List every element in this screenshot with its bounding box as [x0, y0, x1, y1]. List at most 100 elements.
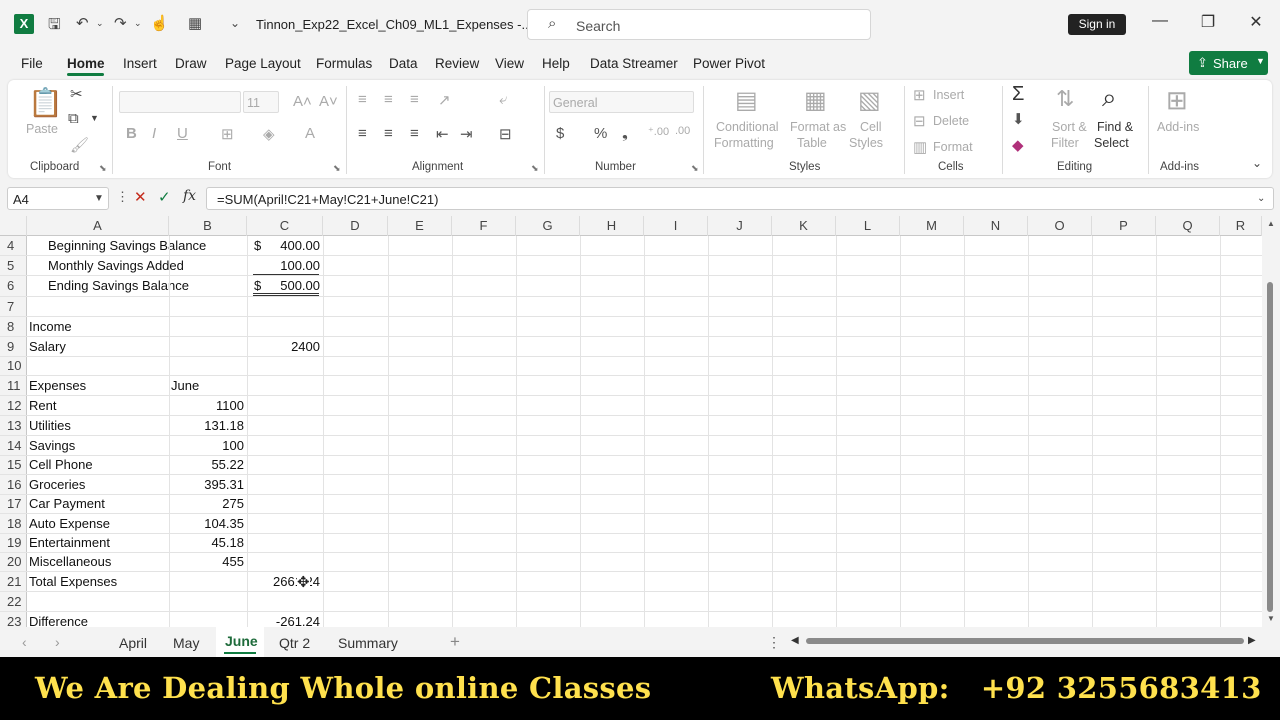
column-header-a[interactable]: A: [27, 216, 169, 236]
cell-a[interactable]: Cell Phone: [29, 456, 93, 474]
row-header[interactable]: 19: [0, 534, 27, 552]
sort-filter-icon[interactable]: ⇅: [1056, 86, 1074, 112]
column-header-e[interactable]: E: [388, 216, 452, 236]
column-header-p[interactable]: P: [1092, 216, 1156, 236]
wrap-text-icon[interactable]: ⤶: [499, 91, 507, 108]
scroll-right-icon[interactable]: ▶: [1248, 635, 1256, 646]
dialog-launcher-icon[interactable]: ⬊: [333, 163, 341, 174]
cell-b[interactable]: 100: [169, 436, 244, 455]
cell-a[interactable]: Utilities: [29, 416, 71, 435]
tab-view[interactable]: View: [495, 56, 524, 71]
cell-styles-label-2[interactable]: Styles: [849, 135, 883, 151]
format-as-table-icon[interactable]: ▦: [804, 86, 827, 115]
next-sheet-icon[interactable]: ›: [55, 634, 60, 650]
sheet-tab-summary[interactable]: Summary: [338, 635, 398, 651]
cell-b[interactable]: 395.31: [169, 475, 244, 494]
dialog-launcher-icon[interactable]: ⬊: [691, 163, 699, 174]
cell-a[interactable]: Savings: [29, 436, 75, 455]
column-header-k[interactable]: K: [772, 216, 836, 236]
align-left-icon[interactable]: ≡: [358, 125, 367, 142]
vertical-scrollbar[interactable]: ▲ ▼: [1262, 216, 1280, 627]
find-label-2[interactable]: Select: [1094, 135, 1129, 151]
cell-a[interactable]: Income: [29, 317, 72, 336]
tab-page-layout[interactable]: Page Layout: [225, 56, 301, 71]
borders-icon[interactable]: ⊞: [221, 125, 234, 143]
tab-draw[interactable]: Draw: [175, 56, 207, 71]
delete-cells-icon[interactable]: ⊟: [913, 112, 926, 130]
row-header[interactable]: 17: [0, 495, 27, 513]
row-header[interactable]: 12: [0, 396, 27, 415]
undo-dropdown-icon[interactable]: ⌄: [96, 18, 104, 29]
cell-b[interactable]: 275: [169, 495, 244, 513]
cell-a[interactable]: Entertainment: [29, 534, 110, 552]
fill-color-icon[interactable]: ◈: [263, 125, 275, 143]
row-header[interactable]: 15: [0, 456, 27, 474]
cell-a[interactable]: Car Payment: [29, 495, 105, 513]
cell-b[interactable]: 45.18: [169, 534, 244, 552]
column-header-m[interactable]: M: [900, 216, 964, 236]
italic-icon[interactable]: I: [152, 125, 156, 142]
more-options-icon[interactable]: ⋮: [116, 189, 129, 205]
search-box[interactable]: ⌕ Search: [527, 9, 871, 40]
cell-a[interactable]: Ending Savings Balance: [48, 276, 189, 296]
sheet-tab-may[interactable]: May: [173, 635, 199, 651]
tab-file[interactable]: File: [21, 56, 43, 71]
insert-cells-label[interactable]: Insert: [933, 87, 964, 103]
sort-label-1[interactable]: Sort &: [1052, 119, 1087, 135]
paste-label[interactable]: Paste: [26, 121, 58, 137]
format-cells-label[interactable]: Format: [933, 139, 973, 155]
column-header-j[interactable]: J: [708, 216, 772, 236]
cell-b[interactable]: 455: [169, 553, 244, 571]
redo-dropdown-icon[interactable]: ⌄: [134, 18, 142, 29]
row-header[interactable]: 9: [0, 337, 27, 356]
cell-styles-icon[interactable]: ▧: [858, 86, 881, 115]
column-header-o[interactable]: O: [1028, 216, 1092, 236]
worksheet-grid[interactable]: ABCDEFGHIJKLMNOPQR 4 Beginning Savings Ba…: [0, 216, 1280, 632]
cell-a[interactable]: Rent: [29, 396, 56, 415]
conditional-label-2[interactable]: Formatting: [714, 135, 774, 151]
tab-home[interactable]: Home: [67, 56, 105, 71]
format-table-label-1[interactable]: Format as: [790, 119, 846, 135]
restore-icon[interactable]: ❐: [1198, 12, 1218, 32]
row-header[interactable]: 16: [0, 475, 27, 494]
cell-c[interactable]: 2400: [247, 337, 320, 356]
minimize-icon[interactable]: —: [1150, 12, 1170, 30]
number-format-dropdown[interactable]: General: [549, 91, 694, 113]
tab-power-pivot[interactable]: Power Pivot: [693, 56, 765, 71]
horizontal-scroll-thumb[interactable]: [806, 638, 1244, 644]
format-cells-icon[interactable]: ▥: [913, 138, 927, 156]
row-header[interactable]: 8: [0, 317, 27, 336]
paste-icon[interactable]: 📋: [28, 86, 63, 119]
column-header-r[interactable]: R: [1220, 216, 1262, 236]
collapse-ribbon-icon[interactable]: ⌄: [1252, 156, 1262, 170]
cell-b[interactable]: 131.18: [169, 416, 244, 435]
undo-icon[interactable]: ↶: [76, 14, 89, 32]
cell-a[interactable]: Miscellaneous: [29, 553, 111, 571]
scroll-thumb[interactable]: [1267, 282, 1273, 612]
bold-icon[interactable]: B: [126, 125, 137, 142]
tab-review[interactable]: Review: [435, 56, 479, 71]
column-header-b[interactable]: B: [169, 216, 247, 236]
add-sheet-icon[interactable]: +: [450, 632, 460, 652]
find-label-1[interactable]: Find &: [1097, 119, 1133, 135]
cell-a[interactable]: Salary: [29, 337, 66, 356]
more-options-icon[interactable]: ⋮: [767, 634, 781, 651]
font-color-icon[interactable]: A: [305, 125, 315, 142]
decrease-font-icon[interactable]: A˅: [319, 93, 338, 110]
percent-icon[interactable]: %: [594, 125, 607, 142]
copy-icon[interactable]: ⧉: [68, 110, 79, 127]
formula-input[interactable]: =SUM(April!C21+May!C21+June!C21) ⌄: [206, 187, 1274, 210]
conditional-label-1[interactable]: Conditional: [716, 119, 779, 135]
comma-style-icon[interactable]: ❟: [622, 125, 628, 142]
customize-toolbar-icon[interactable]: ⌄: [230, 16, 240, 30]
autosum-icon[interactable]: Σ: [1012, 83, 1024, 106]
add-ins-icon[interactable]: ⊞: [1166, 85, 1188, 116]
column-header-f[interactable]: F: [452, 216, 516, 236]
column-header-h[interactable]: H: [580, 216, 644, 236]
insert-function-icon[interactable]: fx: [183, 188, 196, 204]
row-header[interactable]: 13: [0, 416, 27, 435]
row-header[interactable]: 11: [0, 376, 27, 395]
cell-b[interactable]: 1100: [169, 396, 244, 415]
column-header-l[interactable]: L: [836, 216, 900, 236]
prev-sheet-icon[interactable]: ‹: [22, 634, 27, 650]
